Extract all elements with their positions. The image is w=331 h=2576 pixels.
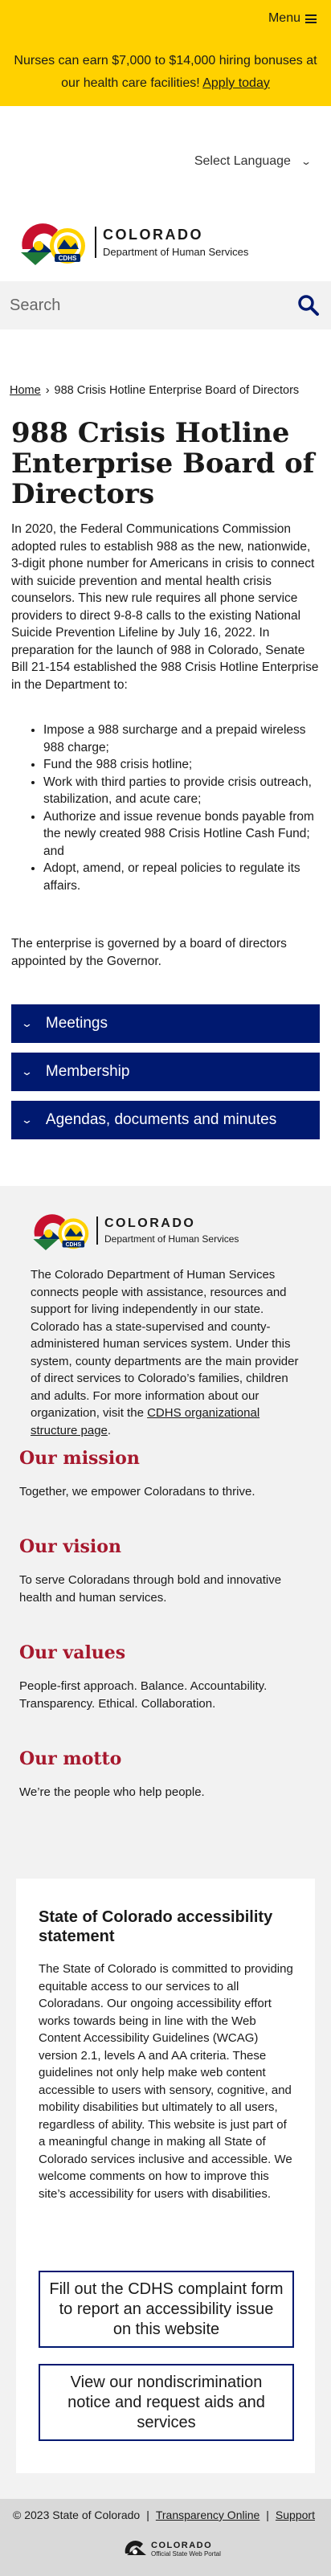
- separator: |: [266, 2509, 269, 2521]
- accessibility-heading: State of Colorado accessibility statemen…: [39, 1908, 273, 1945]
- colorado-c-logo-icon: CDHS: [33, 1214, 89, 1250]
- colorado-c-logo-icon: CDHS: [21, 223, 85, 265]
- duties-list: Impose a 988 surcharge and a prepaid wir…: [11, 722, 321, 894]
- accordion-agendas[interactable]: ⌄ Agendas, documents and minutes: [11, 1101, 320, 1139]
- colorado-portal-icon: [125, 2541, 146, 2555]
- list-item: Adopt, amend, or repeal policies to regu…: [43, 860, 321, 894]
- copyright: © 2023 State of Colorado: [13, 2509, 141, 2521]
- complaint-form-button[interactable]: Fill out the CDHS complaint form to repo…: [39, 2271, 294, 2348]
- cdhs-logo[interactable]: CDHS COLORADO Department of Human Servic…: [18, 217, 248, 267]
- portal-title: COLORADO: [151, 2540, 213, 2550]
- footer-about: The Colorado Department of Human Service…: [31, 1268, 299, 1437]
- accordion-label: Meetings: [45, 1015, 108, 1032]
- values-text: People-first approach. Balance. Accounta…: [19, 1679, 268, 1711]
- logo-state: COLORADO: [103, 226, 203, 243]
- logo-dept: Department of Human Services: [104, 1233, 239, 1245]
- portal-sub: Official State Web Portal: [151, 2549, 221, 2558]
- vision-text: To serve Coloradans through bold and inn…: [19, 1573, 282, 1605]
- logo-dept: Department of Human Services: [103, 245, 249, 258]
- apply-today-link[interactable]: Apply today: [202, 76, 270, 90]
- list-item: Work with third parties to provide crisi…: [43, 774, 321, 808]
- breadcrumb-current: 988 Crisis Hotline Enterprise Board of D…: [54, 384, 300, 397]
- logo-text: COLORADO Department of Human Services: [95, 226, 249, 258]
- state-portal-logo[interactable]: COLORADO Official State Web Portal: [124, 2537, 221, 2560]
- breadcrumb: Home › 988 Crisis Hotline Enterprise Boa…: [10, 384, 299, 397]
- breadcrumb-home[interactable]: Home: [10, 384, 41, 397]
- search-icon[interactable]: [297, 294, 320, 317]
- page-title: 988 Crisis Hotline Enterprise Board of D…: [11, 417, 315, 510]
- support-link[interactable]: Support: [276, 2509, 315, 2521]
- governance-text: The enterprise is governed by a board of…: [11, 937, 287, 968]
- values-heading: Our values: [19, 1642, 126, 1663]
- accordion-membership[interactable]: ⌄ Membership: [11, 1053, 320, 1091]
- about-text: The Colorado Department of Human Service…: [31, 1268, 299, 1420]
- footer-logo[interactable]: CDHS COLORADO Department of Human Servic…: [31, 1208, 239, 1252]
- nondiscrimination-button[interactable]: View our nondiscrimination notice and re…: [39, 2364, 294, 2441]
- footer-logo-text: COLORADO Department of Human Services: [96, 1216, 239, 1245]
- accessibility-text: The State of Colorado is committed to pr…: [39, 1962, 293, 2201]
- list-item: Fund the 988 crisis hotline;: [43, 756, 321, 774]
- list-item: Authorize and issue revenue bonds payabl…: [43, 808, 321, 861]
- chevron-down-icon: ⌄: [20, 1065, 34, 1077]
- hamburger-icon: [305, 14, 317, 23]
- search-bar: [0, 281, 331, 329]
- motto-text: We’re the people who help people.: [19, 1785, 205, 1799]
- accessibility-card: State of Colorado accessibility statemen…: [16, 1879, 315, 2473]
- chevron-down-icon: ⌄: [20, 1017, 34, 1029]
- menu-label: Menu: [268, 11, 300, 25]
- hiring-banner: Nurses can earn $7,000 to $14,000 hiring…: [0, 39, 331, 106]
- list-item: Impose a 988 surcharge and a prepaid wir…: [43, 722, 321, 756]
- bottom-links: © 2023 State of Colorado | Transparency …: [13, 2509, 315, 2521]
- language-selector[interactable]: Select Language ⌄: [194, 154, 313, 169]
- chevron-down-icon: ⌄: [300, 156, 313, 167]
- chevron-right-icon: ›: [45, 384, 50, 397]
- banner-text: Nurses can earn $7,000 to $14,000 hiring…: [14, 54, 317, 90]
- intro-paragraph: In 2020, the Federal Communications Comm…: [11, 522, 319, 692]
- mission-heading: Our mission: [19, 1448, 140, 1469]
- chevron-down-icon: ⌄: [20, 1114, 34, 1126]
- transparency-link[interactable]: Transparency Online: [156, 2509, 259, 2521]
- logo-state: COLORADO: [104, 1216, 196, 1230]
- motto-heading: Our motto: [19, 1748, 122, 1769]
- menu-button[interactable]: Menu: [268, 11, 317, 26]
- separator: |: [146, 2509, 149, 2521]
- search-input[interactable]: [10, 291, 275, 320]
- language-label: Select Language: [194, 154, 291, 168]
- mission-text: Together, we empower Coloradans to thriv…: [19, 1485, 255, 1499]
- logo-badge-text: CDHS: [66, 1242, 82, 1248]
- logo-badge-text: CDHS: [59, 255, 77, 262]
- accordion-meetings[interactable]: ⌄ Meetings: [11, 1004, 320, 1043]
- top-bar: Menu: [0, 0, 331, 39]
- bottom-bar: © 2023 State of Colorado | Transparency …: [0, 2499, 331, 2576]
- accordion-label: Agendas, documents and minutes: [45, 1111, 277, 1128]
- vision-heading: Our vision: [19, 1536, 121, 1557]
- accordion-label: Membership: [45, 1063, 130, 1080]
- portal-text: COLORADO Official State Web Portal: [151, 2541, 221, 2558]
